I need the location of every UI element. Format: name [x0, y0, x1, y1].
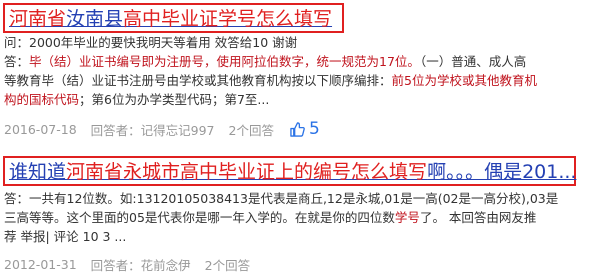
- answerer-name[interactable]: 回答者：记得忘记997: [91, 120, 215, 139]
- like-button[interactable]: 5: [290, 119, 320, 139]
- answer-text: ；第6位为办学类型代码；第7至...: [79, 92, 270, 107]
- title-keyword: 高中毕业证上的编号: [180, 161, 352, 183]
- answer-snippet-line2: 等教育毕（结）业证书注册号由学校或其他教育机构按以下顺序编排：前5位为学校或其他…: [4, 72, 599, 91]
- title-keyword: 河南省: [9, 8, 67, 30]
- answer-text: 了。 本回答由网友推: [419, 210, 537, 225]
- answer-highlight: 毕（结）业证书编号即为注册号，使用阿拉伯数字，统一规范为17位。: [29, 54, 420, 69]
- title-keyword: 高中毕业证学号怎么填写: [123, 8, 333, 30]
- question-text: 问：2000年毕业的要快我明天等着用 效答给10 谢谢: [4, 35, 298, 50]
- result-date: 2012-01-31: [4, 257, 77, 272]
- answer-count[interactable]: 2个回答: [229, 120, 274, 139]
- like-count: 5: [308, 119, 320, 139]
- result-2-title-link[interactable]: 谁知道河南省永城市高中毕业证上的编号怎么填写啊。。。偶是201...: [3, 156, 576, 186]
- answerer-name[interactable]: 回答者：花前念伊: [91, 255, 191, 274]
- answer-snippet-line3: 构的国标代码；第6位为办学类型代码；第7至...: [4, 91, 599, 110]
- answer-label: 答：: [4, 54, 30, 69]
- thumbs-up-icon: [290, 121, 305, 137]
- answer-snippet: 答：毕（结）业证书编号即为注册号，使用阿拉伯数字，统一规范为17位。（一）普通、…: [4, 53, 599, 72]
- answer-snippet: 答：一共有12位数。如:13120105038413是代表是商丘,12是永城,0…: [4, 191, 559, 206]
- answer-highlight: 构的国标代码: [4, 92, 80, 107]
- answer-text: 等教育毕（结）业证书注册号由学校或其他教育机构按以下顺序编排：: [4, 73, 392, 88]
- title-keyword: 怎么填写: [351, 161, 428, 183]
- answer-snippet-line3: 荐 举报| 评论 10 3 ...: [4, 229, 127, 244]
- result-1-meta: 2016-07-18 回答者：记得忘记997 2个回答 5: [4, 119, 334, 139]
- title-text: 谁知道: [9, 161, 67, 183]
- answer-highlight: 前5位为学校或其他教育机: [391, 73, 537, 88]
- answer-text: 三高等等。这个里面的05是代表你是哪一年入学的。在就是你的四位数: [4, 210, 395, 225]
- answer-text: （一）普通、成人高: [419, 54, 527, 69]
- result-1-title-link[interactable]: 河南省汝南县高中毕业证学号怎么填写: [3, 3, 344, 33]
- result-2-meta: 2012-01-31 回答者：花前念伊 2个回答: [4, 255, 264, 274]
- answer-count[interactable]: 2个回答: [205, 255, 250, 274]
- title-text: 啊。。。偶是201...: [427, 161, 577, 183]
- title-text: 汝南县: [66, 8, 124, 30]
- answer-highlight: 学号: [394, 210, 420, 225]
- answer-snippet-line2: 三高等等。这个里面的05是代表你是哪一年入学的。在就是你的四位数学号了。 本回答…: [4, 209, 599, 228]
- result-date: 2016-07-18: [4, 121, 77, 137]
- title-keyword: 河南省永城市: [66, 161, 181, 183]
